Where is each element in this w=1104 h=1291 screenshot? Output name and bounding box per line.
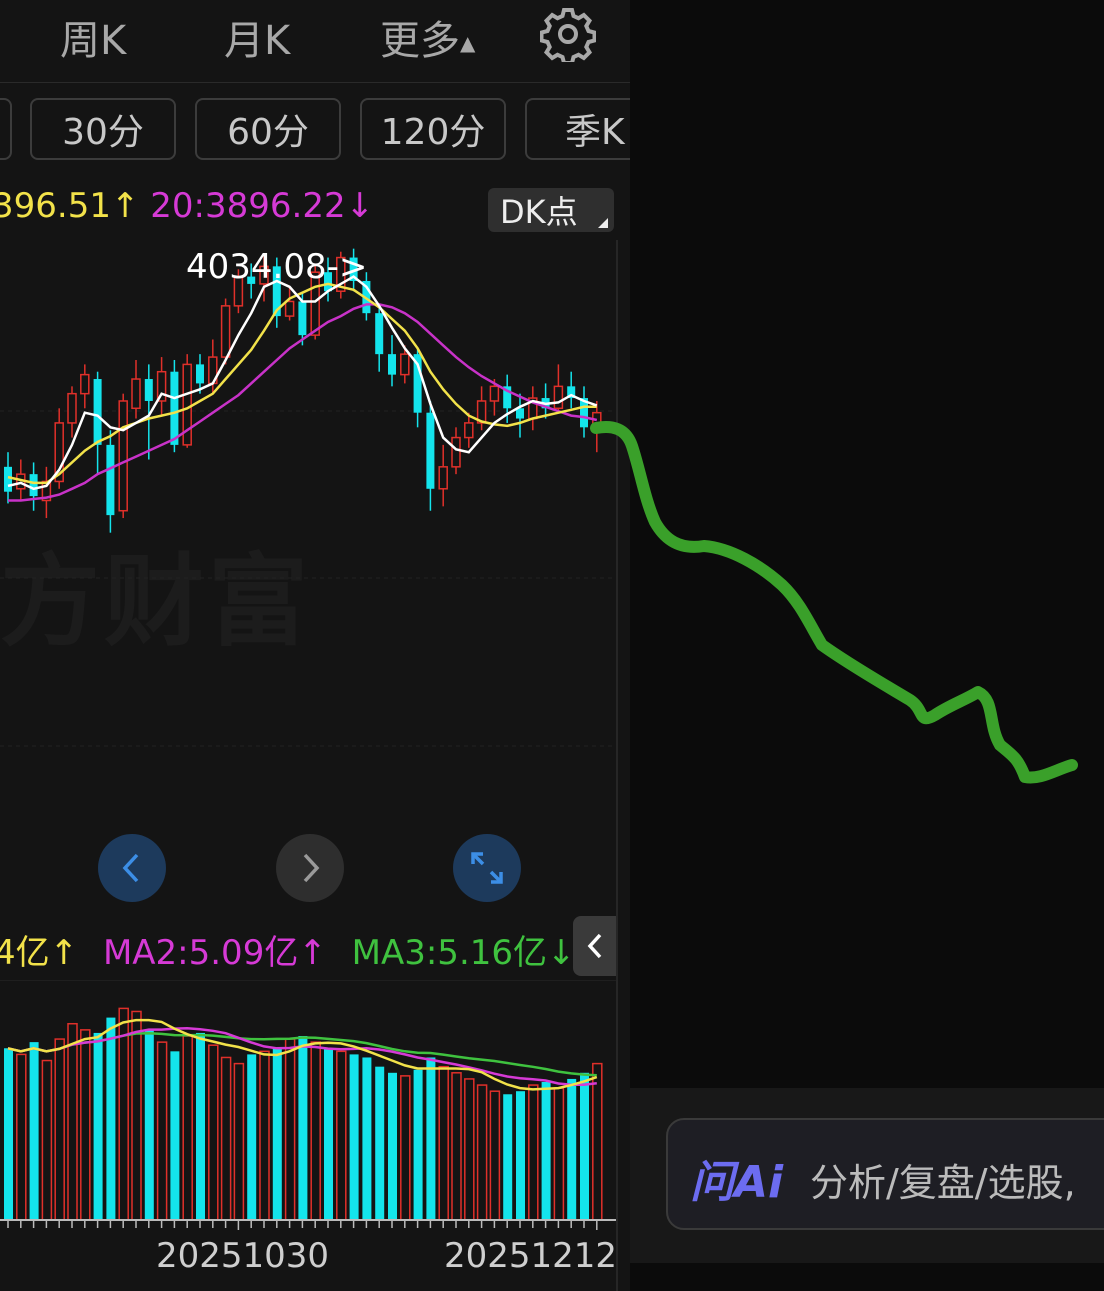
ai-query-placeholder: 分析/复盘/选股,	[810, 1161, 1076, 1205]
ai-query-input[interactable]: 问Ai 分析/复盘/选股,	[666, 1118, 1104, 1230]
ai-assistant-bar: 问Ai 分析/复盘/选股,	[630, 1088, 1104, 1263]
ai-logo: 问Ai	[690, 1157, 784, 1208]
